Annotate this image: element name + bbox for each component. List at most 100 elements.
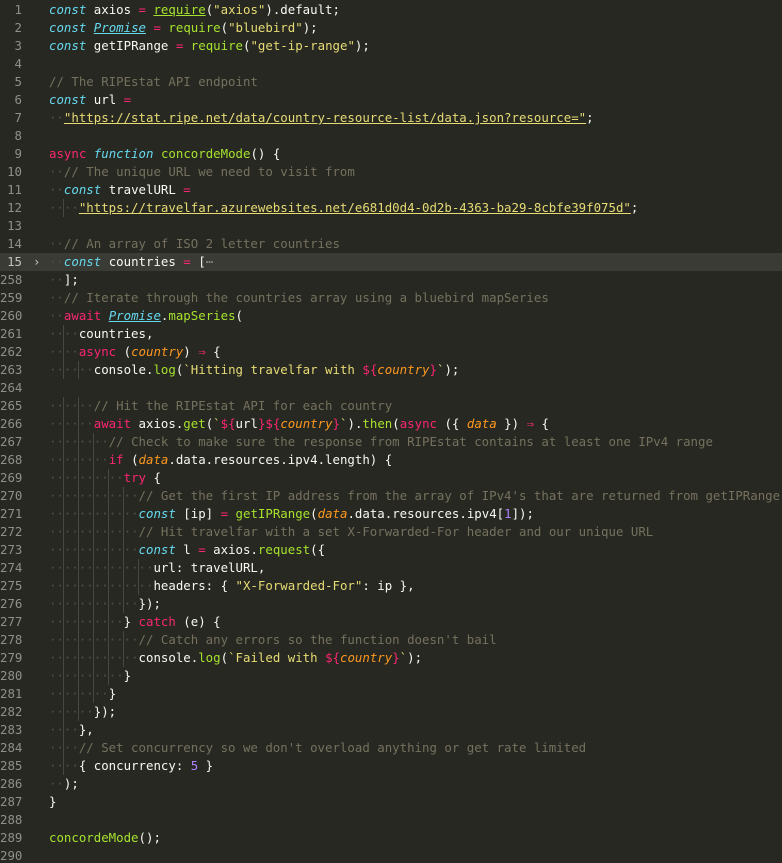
code-line[interactable]: 9 async function concordeMode() { bbox=[0, 145, 782, 163]
code-line[interactable]: 290 bbox=[0, 847, 782, 863]
code-token: url: travelURL, bbox=[153, 560, 266, 575]
code-line[interactable]: 285 ····{ concurrency: 5 } bbox=[0, 757, 782, 775]
code-line[interactable]: 1 const axios = require("axios").default; bbox=[0, 1, 782, 19]
code-text: // The RIPEstat API endpoint bbox=[49, 73, 782, 91]
code-line[interactable]: 265 ······// Hit the RIPEstat API for eac… bbox=[0, 397, 782, 415]
code-token: }); bbox=[93, 704, 117, 719]
code-token: "X-Forwarded-For" bbox=[235, 578, 363, 593]
code-line[interactable]: 4 bbox=[0, 55, 782, 73]
code-line[interactable]: 14 ··// An array of ISO 2 letter countrie… bbox=[0, 235, 782, 253]
indent-guide: ·· bbox=[92, 667, 109, 685]
indent-guide: ·· bbox=[137, 559, 154, 577]
code-line[interactable]: 259 ··// Iterate through the countries ar… bbox=[0, 289, 782, 307]
code-line[interactable]: 12 ····"https://travelfar.azurewebsites.n… bbox=[0, 199, 782, 217]
code-line[interactable]: 13 bbox=[0, 217, 782, 235]
code-token: ( bbox=[220, 20, 229, 35]
code-line[interactable]: 277 ··········} catch (e) { bbox=[0, 613, 782, 631]
code-token: getIPRange bbox=[86, 38, 176, 53]
code-line[interactable]: 269 ··········try { bbox=[0, 469, 782, 487]
indent-guide: ·· bbox=[49, 542, 64, 557]
code-line[interactable]: 2 const Promise = require("bluebird"); bbox=[0, 19, 782, 37]
indent-guide: ·· bbox=[62, 469, 79, 487]
code-text: } bbox=[49, 793, 782, 811]
code-line[interactable]: 283 ····}, bbox=[0, 721, 782, 739]
code-line[interactable]: 281 ········} bbox=[0, 685, 782, 703]
code-line[interactable]: 271 ············const [ip] = getIPRange(d… bbox=[0, 505, 782, 523]
code-line[interactable]: 284 ····// Set concurrency so we don't ov… bbox=[0, 739, 782, 757]
code-line[interactable]: 264 bbox=[0, 379, 782, 397]
indent-guide: ·· bbox=[122, 649, 139, 667]
code-line[interactable]: 275 ··············headers: { "X-Forwarded… bbox=[0, 577, 782, 595]
line-number: 14 bbox=[7, 236, 22, 251]
code-line[interactable]: 289 concordeMode(); bbox=[0, 829, 782, 847]
code-line[interactable]: 262 ····async (country) ⇒ { bbox=[0, 343, 782, 361]
indent-guide: ·· bbox=[49, 488, 64, 503]
fold-chevron-icon[interactable]: › bbox=[33, 253, 43, 271]
indent-guide: ·· bbox=[92, 487, 109, 505]
indent-guide: ·· bbox=[77, 487, 94, 505]
indent-guide: ·· bbox=[122, 487, 139, 505]
code-line[interactable]: 266 ······await axios.get(`${url}${countr… bbox=[0, 415, 782, 433]
code-line[interactable]: 8 bbox=[0, 127, 782, 145]
code-text: ········} bbox=[49, 685, 782, 703]
code-token: url bbox=[86, 92, 124, 107]
indent-guide: ·· bbox=[62, 487, 79, 505]
code-line[interactable]: 276 ············}); bbox=[0, 595, 782, 613]
code-line[interactable]: 5 // The RIPEstat API endpoint bbox=[0, 73, 782, 91]
code-line[interactable]: 273 ············const l = axios.request({ bbox=[0, 541, 782, 559]
code-line[interactable]: 286 ··); bbox=[0, 775, 782, 793]
indent-guide: ·· bbox=[49, 308, 64, 323]
line-number: 272 bbox=[0, 524, 23, 539]
line-number: 265 bbox=[0, 398, 23, 413]
code-line[interactable]: 3 const getIPRange = require("get-ip-rang… bbox=[0, 37, 782, 55]
line-number: 280 bbox=[0, 668, 23, 683]
code-token: "axios" bbox=[213, 2, 266, 17]
indent-guide: ·· bbox=[49, 182, 64, 197]
indent-guide: ·· bbox=[62, 361, 79, 379]
code-line[interactable]: 11 ··const travelURL = bbox=[0, 181, 782, 199]
code-line[interactable]: 263 ······console.log(`Hitting travelfar … bbox=[0, 361, 782, 379]
code-line[interactable]: 287} bbox=[0, 793, 782, 811]
code-line[interactable]: 280 ··········} bbox=[0, 667, 782, 685]
code-line[interactable]: 274 ··············url: travelURL, bbox=[0, 559, 782, 577]
code-token: // Iterate through the countries array u… bbox=[63, 290, 549, 305]
code-line[interactable]: 10 ··// The unique URL we need to visit f… bbox=[0, 163, 782, 181]
code-line[interactable]: 267 ········// Check to make sure the res… bbox=[0, 433, 782, 451]
indent-guide: ·· bbox=[77, 685, 94, 703]
code-token: ({ bbox=[310, 542, 326, 557]
code-line[interactable]: 260 ··await Promise.mapSeries( bbox=[0, 307, 782, 325]
code-token: require bbox=[190, 38, 243, 53]
indent-guide: ·· bbox=[62, 415, 79, 433]
code-line[interactable]: 279 ············console.log(`Failed with … bbox=[0, 649, 782, 667]
indent-guide: ·· bbox=[77, 451, 94, 469]
line-number: 9 bbox=[14, 146, 22, 161]
code-token: "get-ip-range" bbox=[250, 38, 355, 53]
code-line[interactable]: 272 ············// Hit travelfar with a s… bbox=[0, 523, 782, 541]
code-line[interactable]: 261 ····countries, bbox=[0, 325, 782, 343]
line-number: 288 bbox=[0, 812, 23, 827]
indent-guide: ·· bbox=[49, 470, 64, 485]
indent-guide: ·· bbox=[107, 649, 124, 667]
indent-guide: ·· bbox=[62, 397, 79, 415]
code-line[interactable]: 288 bbox=[0, 811, 782, 829]
indent-guide: ·· bbox=[107, 631, 124, 649]
code-line[interactable]: 278 ············// Catch any errors so th… bbox=[0, 631, 782, 649]
code-line[interactable]: 6 const url = bbox=[0, 91, 782, 109]
code-token: ( bbox=[220, 650, 229, 665]
code-line[interactable]: 15 › ··const countries = [⋯ bbox=[0, 253, 782, 271]
indent-guide: ·· bbox=[49, 506, 64, 521]
line-number: 263 bbox=[0, 362, 23, 377]
indent-guide: ·· bbox=[49, 776, 64, 791]
code-line[interactable]: 268 ········if (data.data.resources.ipv4.… bbox=[0, 451, 782, 469]
code-token: country bbox=[377, 362, 430, 377]
code-line[interactable]: 7 ··"https://stat.ripe.net/data/country-r… bbox=[0, 109, 782, 127]
code-editor[interactable]: 1 const axios = require("axios").default;… bbox=[0, 0, 782, 863]
code-line[interactable]: 270 ············// Get the first IP addre… bbox=[0, 487, 782, 505]
code-line[interactable]: 282 ······}); bbox=[0, 703, 782, 721]
indent-guide: ·· bbox=[49, 650, 64, 665]
code-line[interactable]: 258 ··]; bbox=[0, 271, 782, 289]
code-token: [ bbox=[190, 254, 206, 269]
indent-guide: ·· bbox=[77, 541, 94, 559]
